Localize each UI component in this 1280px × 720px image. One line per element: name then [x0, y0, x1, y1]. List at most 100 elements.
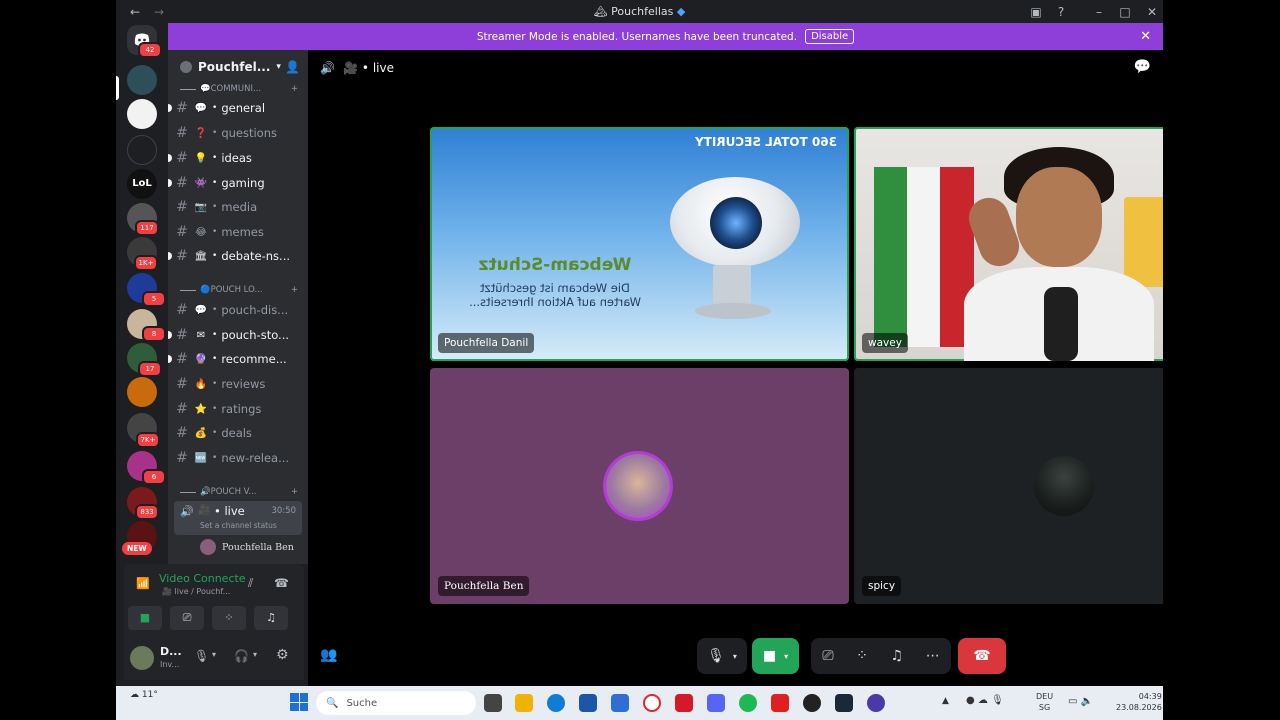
activities-icon[interactable]: ⁘: [856, 648, 868, 664]
channel-deals[interactable]: # 💰 • deals: [170, 421, 306, 445]
spotify-icon[interactable]: [739, 694, 757, 712]
voice-member[interactable]: Pouchfella Ben: [200, 539, 294, 555]
channel-status-hint[interactable]: Set a channel status: [200, 521, 277, 530]
inbox-icon[interactable]: ▣: [1027, 3, 1045, 21]
add-channel-icon[interactable]: +: [291, 84, 298, 94]
server-sketch[interactable]: [127, 99, 157, 129]
server-lol[interactable]: LoL: [127, 169, 157, 199]
add-channel-icon[interactable]: +: [291, 487, 298, 497]
outlook-icon[interactable]: [611, 694, 629, 712]
screen-share-button[interactable]: ⎚: [170, 606, 204, 630]
hash-icon: #: [176, 401, 188, 417]
maximize-button[interactable]: □: [1116, 3, 1134, 21]
voice-channel-live[interactable]: 🔊 🎥 • live 30:50 Set a channel status: [174, 501, 302, 535]
clock[interactable]: 04:39 23.08.2026: [1116, 691, 1162, 713]
activity-controls: ⎚ ⁘ ♫ ⋯: [811, 638, 951, 674]
task-view-icon[interactable]: [484, 694, 502, 712]
chevron-down-icon[interactable]: ▾: [253, 650, 257, 659]
server-logo[interactable]: [127, 135, 157, 165]
user-name: D...: [160, 645, 182, 658]
channel-media[interactable]: # 📷 • media: [170, 195, 306, 219]
guild-header[interactable]: Pouchfel... ▾ 👤: [168, 50, 308, 84]
help-icon[interactable]: ?: [1052, 3, 1070, 21]
file-explorer-icon[interactable]: [515, 694, 533, 712]
channel-pouch-sto[interactable]: # ✉ • pouch-sto...: [168, 323, 306, 347]
chevron-down-icon[interactable]: ▾: [212, 650, 216, 659]
server-badge: 6: [142, 469, 166, 485]
screen-share-icon[interactable]: ⎚: [822, 648, 833, 664]
opera-icon[interactable]: [643, 694, 661, 712]
category-communi[interactable]: 💬 COMMUNI... +: [180, 84, 308, 94]
invite-icon[interactable]: 👥: [320, 647, 337, 663]
channel-emoji: 😂: [195, 226, 207, 238]
edge-icon[interactable]: [547, 694, 565, 712]
mute-button[interactable]: 🎙 ▾: [697, 638, 747, 674]
server-11[interactable]: [127, 377, 157, 407]
leave-call-button[interactable]: ☎: [958, 638, 1006, 674]
steam-icon[interactable]: [835, 694, 853, 712]
channel-ratings[interactable]: # ⭐ • ratings: [170, 397, 306, 421]
video-tile-danil[interactable]: 360 TOTAL SECURITY Webcam-Schutz Die Web…: [430, 127, 849, 361]
chat-bubble-icon[interactable]: 💬: [1134, 59, 1151, 75]
channel-debate[interactable]: # 🏛 • debate-ns...: [168, 244, 306, 268]
server-badge: 17: [138, 361, 162, 377]
camera-icon: ■: [762, 648, 777, 664]
windows-start-icon[interactable]: [290, 693, 308, 711]
add-member-icon[interactable]: 👤: [285, 60, 300, 74]
channel-pouch-dis[interactable]: # 💬 • pouch-dis...: [170, 298, 306, 322]
app-icon[interactable]: [771, 694, 789, 712]
channel-gaming[interactable]: # 👾 • gaming: [168, 171, 306, 195]
signal-icon[interactable]: 📶: [136, 577, 150, 590]
disable-streamer-mode-button[interactable]: Disable: [805, 29, 855, 44]
chevron-down-icon: ▾: [784, 651, 789, 661]
discord-icon[interactable]: [707, 694, 725, 712]
channel-general[interactable]: # 💬 • general: [168, 96, 306, 120]
channel-emoji: 👾: [194, 177, 208, 189]
activities-button[interactable]: ⁘: [212, 606, 246, 630]
add-channel-icon[interactable]: +: [291, 285, 298, 295]
disconnect-icon[interactable]: ☎: [274, 576, 289, 590]
minimize-button[interactable]: –: [1090, 3, 1108, 21]
weather-widget[interactable]: ☁ 11°: [130, 690, 158, 700]
category-pouch-lo[interactable]: 🔵 POUCH LO... +: [180, 285, 308, 295]
headphones-icon[interactable]: 🎧: [234, 649, 249, 663]
channel-new-relea[interactable]: # 🆕 • new-relea...: [170, 446, 306, 470]
hash-icon: #: [176, 100, 188, 116]
obs-icon[interactable]: [803, 694, 821, 712]
soundboard-button[interactable]: ♫: [254, 606, 288, 630]
language-indicator[interactable]: DEU SG: [1036, 691, 1053, 713]
channel-memes[interactable]: # 😂 • memes: [170, 220, 306, 244]
gear-icon[interactable]: ⚙: [276, 647, 289, 663]
category-pouch-v[interactable]: 🔊 POUCH V... +: [180, 487, 308, 497]
time: 04:39: [1138, 692, 1162, 701]
camera-button[interactable]: ■ ▾: [752, 638, 799, 674]
soundboard-icon[interactable]: ♫: [891, 648, 904, 664]
app-icon-2[interactable]: [867, 694, 885, 712]
speaker-icon: 🔊: [320, 61, 335, 75]
video-tile-ben[interactable]: Pouchfella Ben: [430, 368, 849, 604]
video-tile-wavey[interactable]: wavey: [854, 127, 1163, 361]
channel-ideas[interactable]: # 💡 • ideas: [168, 146, 306, 170]
chevron-up-icon[interactable]: ▲: [942, 696, 949, 706]
video-tile-spicy[interactable]: spicy: [854, 368, 1163, 604]
noise-suppression-icon[interactable]: ⫽: [248, 576, 253, 591]
video-button[interactable]: ■: [128, 606, 162, 630]
more-icon[interactable]: ⋯: [926, 648, 940, 664]
server-pouchfellas[interactable]: [127, 65, 157, 95]
microphone-icon[interactable]: 🎙: [194, 649, 209, 663]
avatar[interactable]: [130, 646, 154, 670]
channel-reviews[interactable]: # 🔥 • reviews: [170, 372, 306, 396]
tray-icons[interactable]: ● ☁ 🎙: [966, 695, 1004, 706]
store-icon[interactable]: [579, 694, 597, 712]
close-window-button[interactable]: ✕: [1143, 3, 1161, 21]
camera-icon: ■: [139, 611, 151, 624]
tile-background: [854, 368, 1163, 604]
taskbar-search[interactable]: 🔍 Suche: [316, 691, 476, 715]
participant-name: Pouchfella Danil: [438, 333, 535, 353]
close-icon[interactable]: ✕: [1140, 29, 1151, 44]
network-volume-icons[interactable]: ▭ 🔈: [1068, 696, 1093, 707]
mega-icon[interactable]: [675, 694, 693, 712]
channel-questions[interactable]: # ❓ • questions: [170, 121, 306, 145]
activities-icon: ⁘: [224, 611, 234, 624]
channel-recomme[interactable]: # 🔮 • recomme...: [168, 347, 306, 371]
